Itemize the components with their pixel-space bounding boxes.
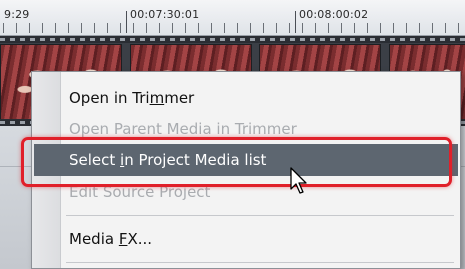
ruler-ticks <box>0 23 465 33</box>
timeline-ruler[interactable]: 9:29 00:07:30:01 00:08:00:02 <box>0 0 465 36</box>
menu-separator <box>66 262 454 263</box>
film-edge-top <box>0 36 465 43</box>
timecode-label: 00:07:30:01 <box>130 8 200 21</box>
mouse-pointer-icon <box>290 167 307 194</box>
menu-item-media-fx[interactable]: Media FX... <box>34 223 458 255</box>
timecode-label: 00:08:00:02 <box>299 8 369 21</box>
highlight-outline <box>21 137 452 187</box>
menu-separator <box>66 215 454 216</box>
timecode-label: 9:29 <box>4 8 30 21</box>
menu-item-open-in-trimmer[interactable]: Open in Trimmer <box>34 82 458 114</box>
